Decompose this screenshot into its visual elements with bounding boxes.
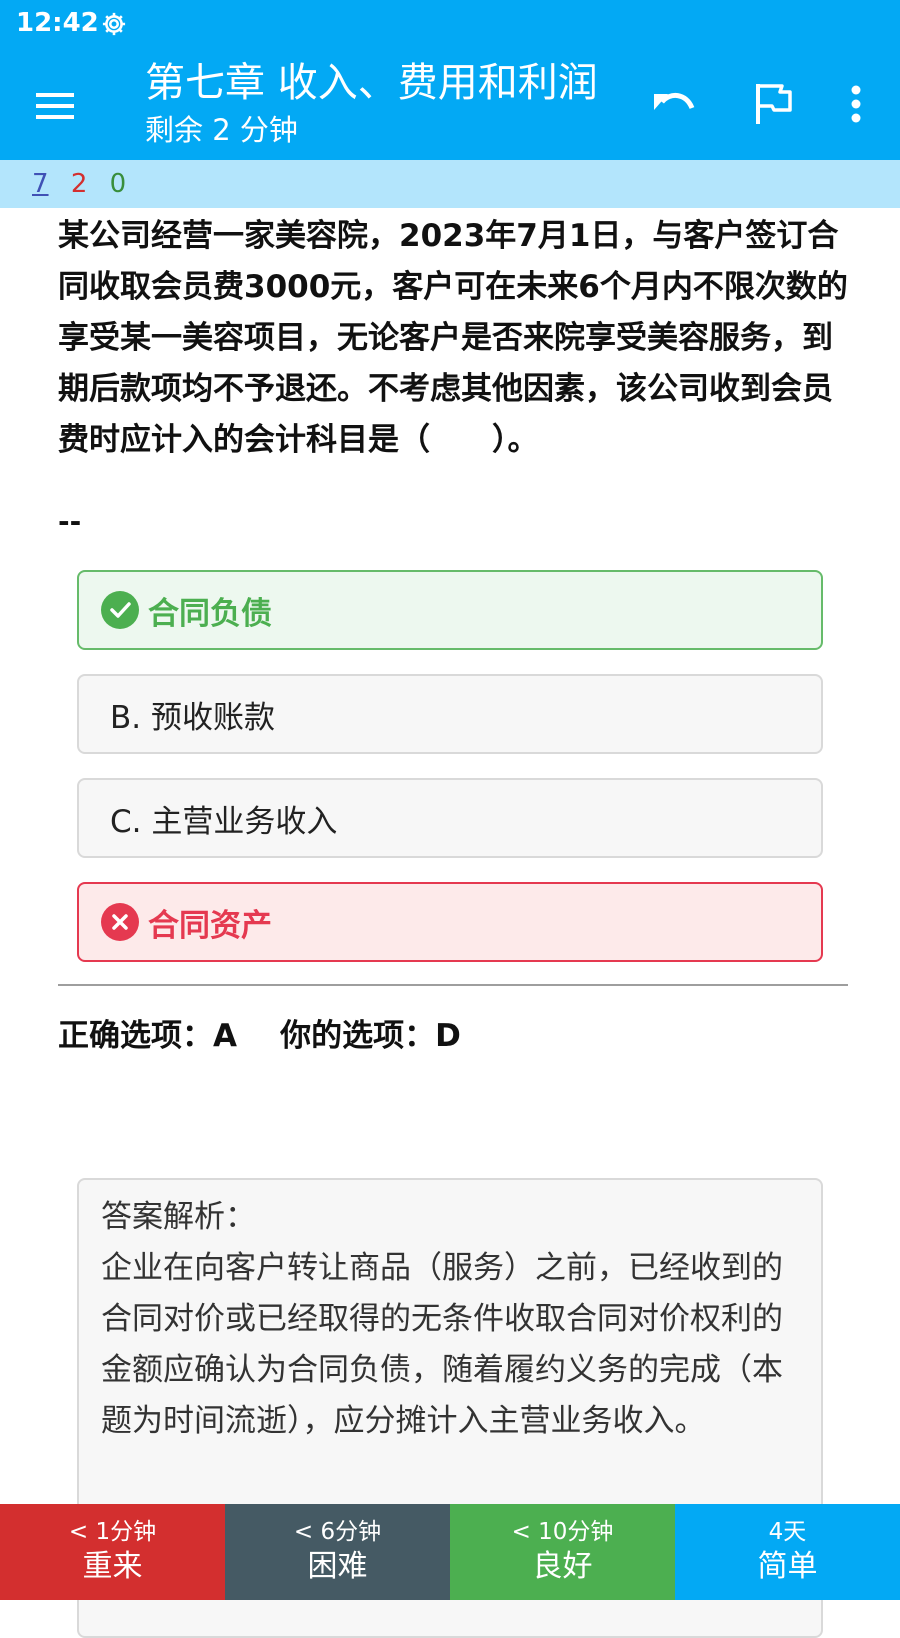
easy-label: 简单: [757, 1549, 818, 1584]
hard-button[interactable]: < 6分钟 困难: [225, 1504, 450, 1600]
explanation-heading: 答案解析：: [101, 1199, 256, 1235]
option-label: 合同资产: [148, 907, 272, 944]
good-button[interactable]: < 10分钟 良好: [450, 1504, 675, 1600]
correct-answer-value: A: [213, 1018, 237, 1054]
clock: 12:42: [16, 8, 99, 38]
review-count: 0: [109, 169, 127, 199]
undo-icon[interactable]: [648, 80, 700, 132]
question-separator: --: [58, 505, 82, 538]
learning-count: 2: [70, 169, 88, 199]
answer-result: 正确选项：A 你的选项：D: [58, 1010, 461, 1055]
time-remaining: 剩余 2 分钟: [145, 113, 298, 147]
option-a-correct[interactable]: 合同负债: [77, 570, 823, 650]
again-interval: < 1分钟: [68, 1519, 157, 1545]
again-label: 重来: [82, 1549, 143, 1584]
option-b[interactable]: B. 预收账款: [77, 674, 823, 754]
gear-icon: [102, 12, 126, 36]
your-answer-label: 你的选项：: [280, 1018, 436, 1054]
hard-label: 困难: [307, 1549, 368, 1584]
option-label: 合同负债: [148, 595, 272, 632]
your-answer-value: D: [435, 1018, 461, 1054]
good-label: 良好: [532, 1549, 593, 1584]
hard-interval: < 6分钟: [293, 1519, 382, 1545]
deck-title: 第七章 收入、费用和利润: [145, 60, 598, 106]
card-counts-bar: 7 2 0: [0, 160, 900, 208]
more-vert-icon[interactable]: [836, 78, 876, 130]
good-interval: < 10分钟: [511, 1519, 614, 1545]
menu-icon[interactable]: [30, 80, 82, 132]
cross-circle-icon: [101, 903, 139, 941]
easy-button[interactable]: 4天 简单: [675, 1504, 900, 1600]
app-bar: 第七章 收入、费用和利润 剩余 2 分钟: [0, 50, 900, 160]
easy-interval: 4天: [768, 1519, 807, 1545]
option-c[interactable]: C. 主营业务收入: [77, 778, 823, 858]
option-label: C. 主营业务收入: [110, 803, 338, 840]
new-count: 7: [32, 169, 49, 199]
question-text: 某公司经营一家美容院，2023年7月1日，与客户签订合同收取会员费3000元，客…: [58, 218, 848, 458]
option-label: B. 预收账款: [110, 699, 275, 736]
explanation-body: 企业在向客户转让商品（服务）之前，已经收到的合同对价或已经取得的无条件收取合同对…: [101, 1250, 783, 1439]
flag-icon[interactable]: [748, 78, 800, 130]
correct-answer-label: 正确选项：: [58, 1018, 213, 1054]
answer-buttons-bar: < 1分钟 重来 < 6分钟 困难 < 10分钟 良好 4天 简单: [0, 1504, 900, 1600]
answer-divider: [58, 984, 848, 986]
check-circle-icon: [101, 591, 139, 629]
again-button[interactable]: < 1分钟 重来: [0, 1504, 225, 1600]
option-d-wrong[interactable]: 合同资产: [77, 882, 823, 962]
status-bar: 12:42: [0, 0, 900, 50]
